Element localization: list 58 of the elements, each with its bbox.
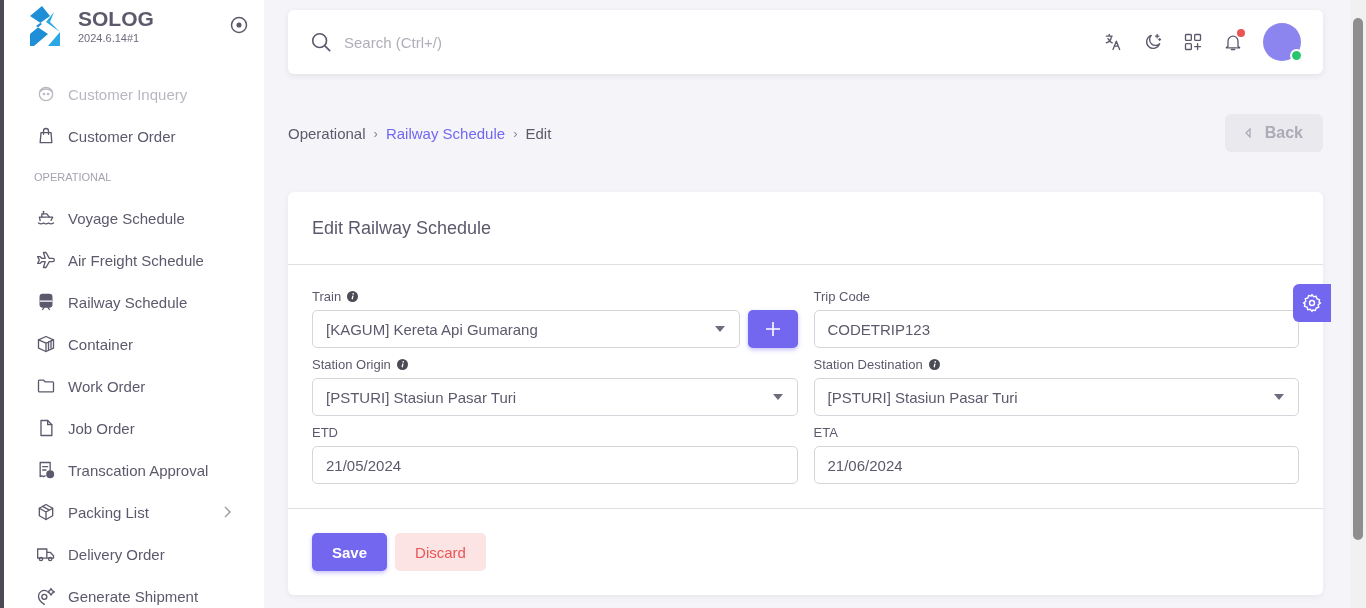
input-field[interactable]: 21/05/2024	[312, 446, 798, 484]
chevron-right-icon	[223, 506, 231, 518]
info-icon	[347, 290, 359, 302]
user-avatar[interactable]	[1263, 23, 1301, 61]
support-face-icon	[36, 84, 56, 104]
scrollbar-thumb[interactable]	[1353, 18, 1363, 540]
field-label: ETA	[813, 424, 838, 440]
input-field[interactable]: 21/06/2024	[813, 446, 1299, 484]
location-sparkle-icon	[36, 586, 56, 606]
box-icon	[36, 502, 56, 522]
dropdown-caret-icon	[714, 326, 725, 332]
breadcrumb-item: Operational	[288, 124, 366, 142]
select-field[interactable]: [KAGUM] Kereta Api Gumarang	[312, 310, 740, 348]
info-icon	[396, 358, 408, 370]
select-field[interactable]: [PSTURI] Stasiun Pasar Turi	[312, 378, 798, 416]
caret-left-icon	[1244, 128, 1251, 138]
sidebar-item[interactable]: Delivery Order	[4, 533, 264, 575]
add-button[interactable]	[747, 310, 798, 348]
sidebar-item[interactable]: Customer Order	[4, 115, 264, 157]
breadcrumb-separator: ›	[513, 125, 518, 141]
sidebar-item[interactable]: Generate Shipment	[4, 575, 264, 608]
container-icon	[36, 334, 56, 354]
select-field[interactable]: [PSTURI] Stasiun Pasar Turi	[813, 378, 1299, 416]
field-label: Station Destination	[813, 356, 923, 372]
sidebar-item[interactable]: Container	[4, 323, 264, 365]
sidebar-item[interactable]: Air Freight Schedule	[4, 239, 264, 281]
ship-icon	[36, 208, 56, 228]
plus-icon	[764, 321, 781, 337]
airplane-icon	[36, 250, 56, 270]
section-heading: OPERATIONAL	[33, 170, 113, 185]
sidebar-item[interactable]: Job Order	[4, 407, 264, 449]
card-title: Edit Railway Schedule	[312, 217, 492, 239]
info-icon	[928, 358, 940, 370]
version-label: 2024.6.14#1	[78, 32, 141, 44]
sidebar-item[interactable]: Railway Schedule	[4, 281, 264, 323]
breadcrumb-item: Edit	[525, 124, 552, 142]
radio-toggle-icon[interactable]	[230, 16, 248, 34]
dropdown-caret-icon	[1274, 394, 1284, 400]
field-label: ETD	[312, 424, 338, 440]
brand-name: SOLOG	[78, 6, 154, 32]
field-label: Trip Code	[813, 288, 871, 304]
search-icon	[310, 31, 332, 53]
sidebar-item[interactable]: Voyage Schedule	[4, 197, 264, 239]
sidebar-item[interactable]: Transcation Approval	[4, 449, 264, 491]
moon-icon	[1143, 32, 1163, 52]
field-label: Train	[312, 288, 342, 304]
breadcrumb-separator: ›	[373, 125, 378, 141]
save-button[interactable]: Save	[312, 533, 388, 571]
settings-icon	[1302, 293, 1322, 313]
input-field[interactable]: CODETRIP123	[813, 310, 1299, 348]
translate-icon	[1103, 32, 1123, 52]
apps-grid-icon	[1183, 32, 1203, 52]
sidebar-item[interactable]: Work Order	[4, 365, 264, 407]
settings-button[interactable]	[1293, 284, 1331, 322]
breadcrumb-link[interactable]: Railway Schedule	[385, 124, 506, 142]
sidebar-item[interactable]: Packing List	[4, 491, 264, 533]
field-label: Station Origin	[312, 356, 391, 372]
dropdown-caret-icon	[772, 394, 783, 400]
